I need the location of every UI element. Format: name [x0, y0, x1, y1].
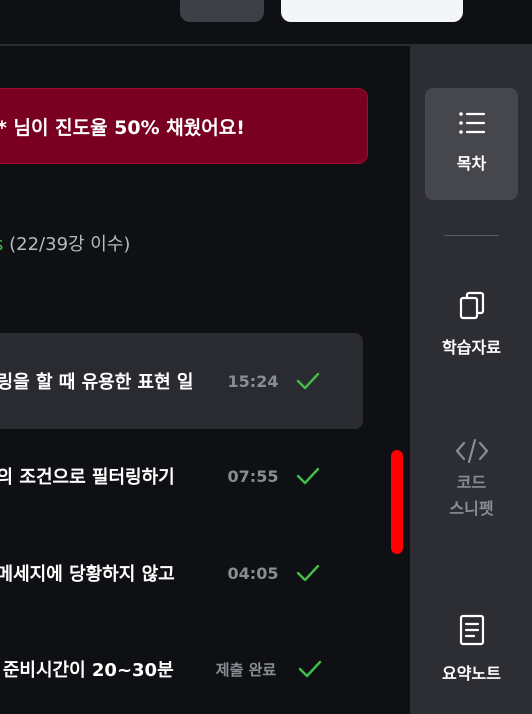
lesson-panel: * 님이 진도율 50% 채웠어요! s (22/39강 이수) 터링을 할 때… — [0, 46, 410, 714]
note-icon — [459, 614, 484, 646]
progress-dot: s — [0, 234, 3, 255]
copy-icon — [459, 291, 484, 320]
lesson-title: 개의 조건으로 필터링하기 — [0, 467, 175, 488]
list-icon — [458, 112, 485, 134]
sidebar-divider — [444, 235, 499, 236]
course-player: * 님이 진도율 50% 채웠어요! s (22/39강 이수) 터링을 할 때… — [0, 0, 532, 714]
sidebar-label-snippet-line1: 코드 — [456, 473, 487, 492]
top-secondary-button[interactable] — [180, 0, 264, 22]
sidebar-item-notes[interactable]: 요약노트 — [425, 614, 518, 694]
lesson-title: 터링을 할 때 유용한 표현 일 — [0, 372, 194, 393]
lesson-item[interactable]: 러메세지에 당황하지 않고 04:05 — [0, 525, 363, 621]
lesson-title: 품 준비시간이 20~30분 — [0, 660, 174, 681]
sidebar-label-notes: 요약노트 — [442, 664, 501, 683]
lesson-status: 제출 완료 — [215, 660, 277, 679]
sidebar-label-materials: 학습자료 — [442, 338, 501, 357]
progress-banner: * 님이 진도율 50% 채웠어요! — [0, 88, 368, 164]
progress-text: (22/39강 이수) — [9, 234, 131, 255]
lesson-title: 러메세지에 당황하지 않고 — [0, 564, 175, 585]
banner-text: * 님이 진도율 50% 채웠어요! — [0, 116, 245, 139]
lesson-item[interactable]: 개의 조건으로 필터링하기 07:55 — [0, 428, 363, 524]
check-icon — [290, 660, 330, 678]
lesson-duration: 07:55 — [227, 466, 279, 486]
lesson-duration: 15:24 — [227, 371, 279, 391]
top-bar — [0, 0, 532, 46]
right-sidebar: 목차 학습자료 코드 스니펫 요약노트 — [410, 46, 532, 714]
top-primary-button[interactable] — [281, 0, 463, 22]
sidebar-label-toc: 목차 — [456, 154, 487, 173]
lesson-item[interactable]: 품 준비시간이 20~30분 제출 완료 — [0, 621, 363, 714]
lesson-duration: 04:05 — [227, 563, 279, 583]
lesson-item[interactable]: 터링을 할 때 유용한 표현 일 15:24 — [0, 333, 363, 429]
code-icon — [455, 438, 488, 464]
check-icon — [288, 564, 328, 582]
check-icon — [288, 467, 328, 485]
scrollbar-thumb[interactable] — [391, 450, 403, 554]
sidebar-label-snippet-line2: 스니펫 — [449, 499, 494, 518]
course-progress: s (22/39강 이수) — [0, 230, 130, 256]
sidebar-item-materials[interactable]: 학습자료 — [425, 290, 518, 370]
sidebar-item-toc[interactable]: 목차 — [425, 88, 518, 200]
sidebar-item-snippet[interactable]: 코드 스니펫 — [425, 438, 518, 548]
check-icon — [288, 372, 328, 390]
